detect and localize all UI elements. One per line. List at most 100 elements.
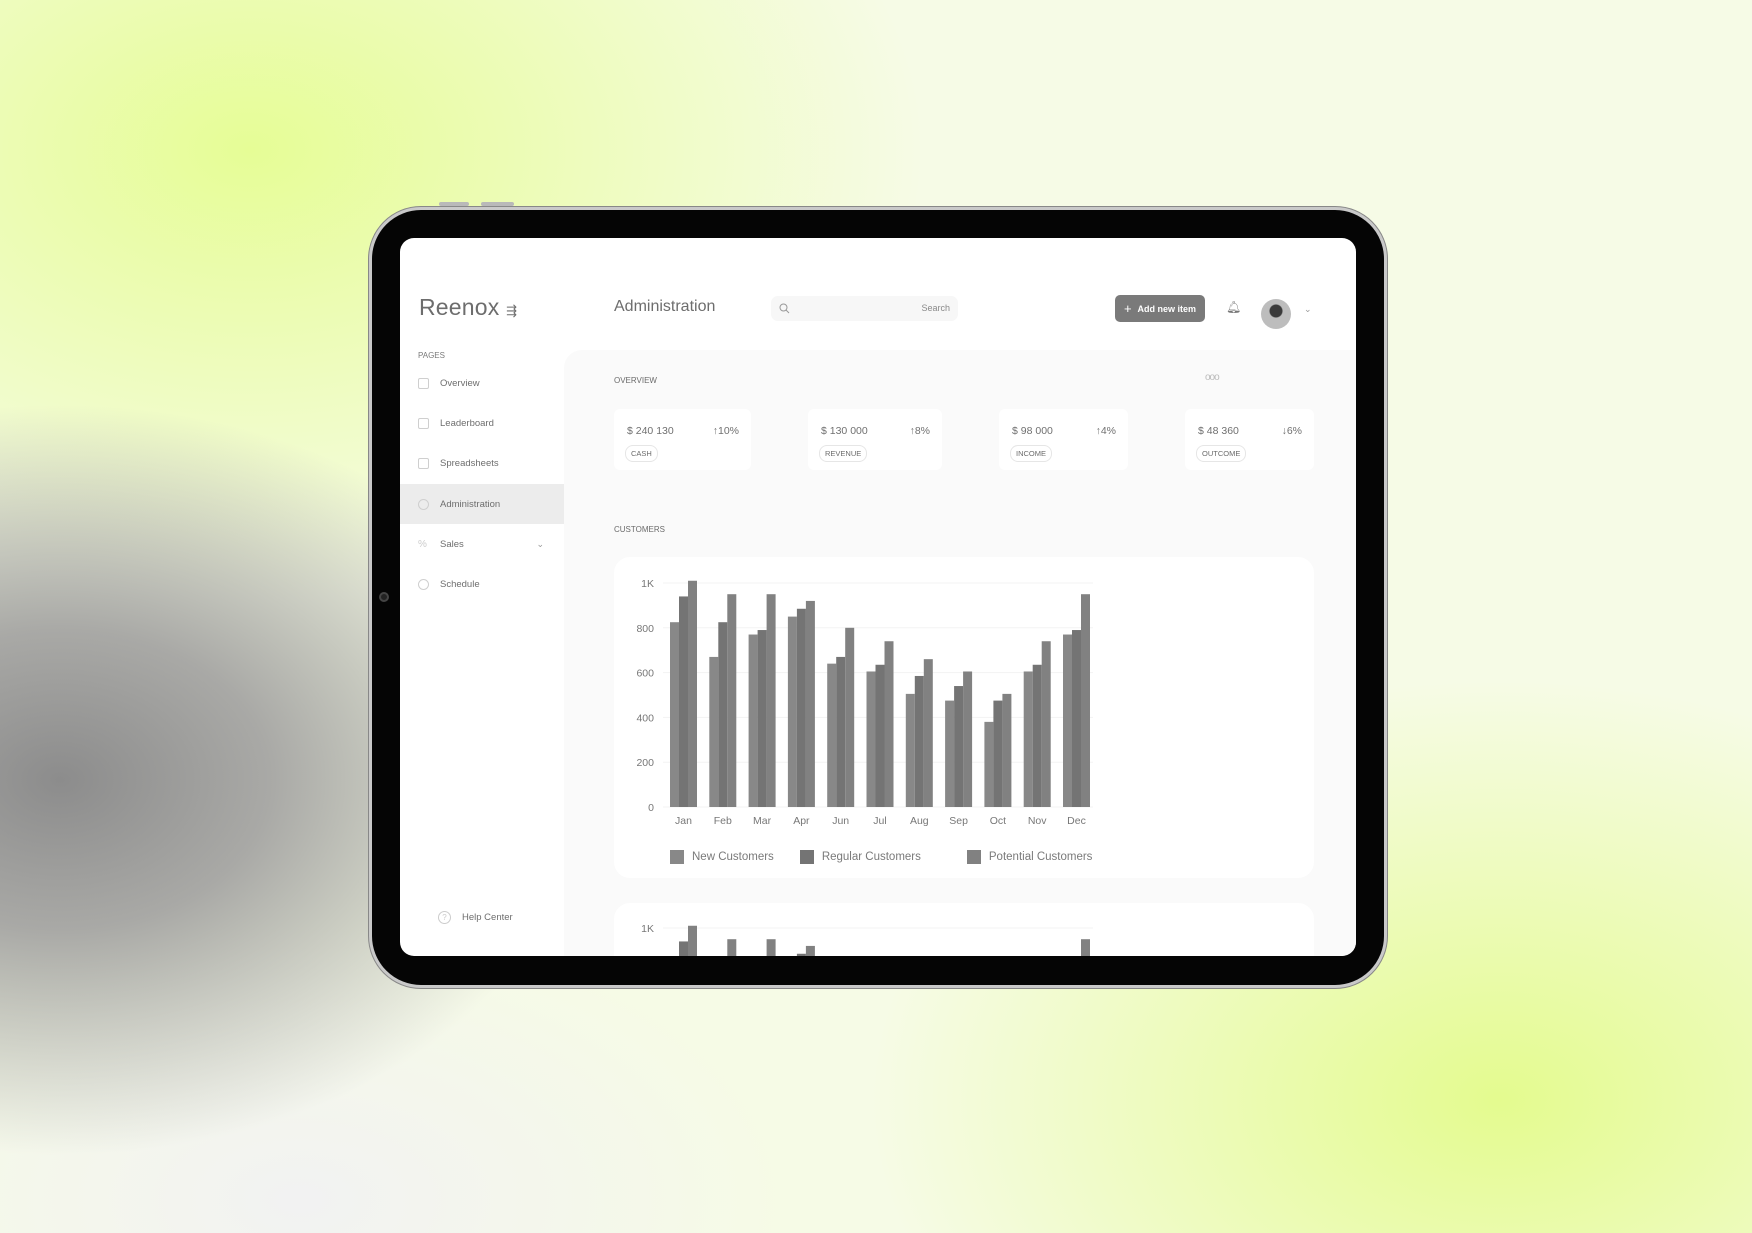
- help-center-label: Help Center: [462, 912, 513, 923]
- clipboard-icon: [418, 417, 429, 429]
- x-tick-label: Jun: [832, 815, 849, 827]
- volume-button: [481, 202, 514, 206]
- bar-apr-2: [805, 600, 815, 807]
- bar-jul-2: [884, 641, 894, 807]
- logo-text: Reenox: [419, 294, 500, 320]
- bar-jan-2: [688, 580, 697, 807]
- stat-amount: $ 240 130: [627, 425, 674, 437]
- customers-bar-chart: 0 200 400 600 800 1K Jan Feb Mar Apr Jun Jul Aug Sep O…: [636, 578, 1093, 827]
- bar-jun-0: [827, 663, 837, 807]
- bar-jan-0: [670, 622, 679, 807]
- stat-card-outcome: $ 48 360 ↓6% OUTCOME: [1185, 409, 1314, 470]
- more-options-icon[interactable]: ooo: [1205, 372, 1220, 383]
- legend-swatch: [670, 850, 684, 864]
- bar-oct-1: [993, 700, 1003, 807]
- grid-icon: [418, 377, 429, 389]
- volume-button: [439, 202, 469, 206]
- chevron-down-icon[interactable]: ⌄: [1304, 304, 1312, 315]
- bar-oct-0: [984, 721, 994, 807]
- stat-tag: REVENUE: [819, 445, 868, 462]
- secondary-chart-card: 02004006008001K: [614, 903, 1314, 956]
- y-tick-label: 200: [636, 757, 654, 769]
- bar-jan-1: [679, 941, 688, 956]
- bar-mar-2: [766, 594, 776, 807]
- bar-dec-2: [1081, 939, 1090, 956]
- sidebar-item-overview[interactable]: Overview: [400, 363, 564, 403]
- sidebar-item-leaderboard[interactable]: Leaderboard: [400, 403, 564, 443]
- bar-mar-2: [766, 939, 776, 956]
- sheet-icon: [418, 457, 429, 469]
- legend-item-new[interactable]: New Customers: [670, 850, 774, 864]
- sidebar-item-label: Overview: [440, 377, 480, 389]
- y-tick-label: 0: [648, 802, 654, 814]
- sidebar-item-administration[interactable]: Administration: [400, 484, 564, 524]
- plus-icon: +: [1123, 301, 1132, 316]
- customers-chart-card: 0 200 400 600 800 1K Jan Feb Mar Apr Jun Jul Aug Sep O…: [614, 557, 1314, 878]
- y-tick-label: 1K: [641, 923, 654, 935]
- stat-tag: OUTCOME: [1196, 445, 1247, 462]
- cart-icon: ⇶: [506, 303, 518, 318]
- bar-jul-0: [866, 671, 876, 807]
- bar-feb-1: [718, 622, 728, 807]
- sidebar-item-label: Sales: [440, 538, 464, 550]
- x-tick-label: Apr: [793, 815, 810, 827]
- logo: Reenox ⇶: [419, 294, 517, 321]
- bar-sep-2: [963, 671, 973, 807]
- search-input[interactable]: Search: [771, 296, 958, 321]
- sidebar-item-spreadsheets[interactable]: Spreadsheets: [400, 443, 564, 483]
- percent-icon: %: [418, 538, 427, 550]
- legend-item-regular[interactable]: Regular Customers: [799, 850, 921, 864]
- sidebar-item-sales[interactable]: % Sales ⌄: [400, 524, 564, 564]
- x-tick-label: Jul: [873, 815, 886, 827]
- sidebar-item-label: Schedule: [440, 578, 480, 590]
- bar-sep-1: [954, 686, 964, 807]
- help-center-link[interactable]: ? Help Center: [438, 911, 513, 924]
- stat-card-income: $ 98 000 ↑4% INCOME: [999, 409, 1128, 470]
- bar-sep-0: [945, 700, 955, 807]
- search-placeholder: Search: [921, 303, 950, 313]
- stat-change: ↑8%: [909, 425, 930, 437]
- x-tick-label: Oct: [990, 815, 1006, 827]
- help-icon: ?: [438, 911, 451, 924]
- add-new-item-button[interactable]: + Add new item: [1115, 295, 1205, 322]
- x-tick-label: Dec: [1067, 815, 1086, 827]
- chevron-down-icon[interactable]: ⌄: [536, 539, 544, 550]
- sidebar-item-schedule[interactable]: Schedule: [400, 564, 564, 604]
- bar-jun-1: [836, 656, 846, 807]
- bar-oct-2: [1002, 693, 1012, 807]
- bar-feb-0: [709, 656, 719, 807]
- bar-mar-1: [757, 630, 767, 807]
- x-tick-label: Aug: [910, 815, 929, 827]
- bar-aug-2: [923, 659, 933, 807]
- x-tick-label: Sep: [949, 815, 968, 827]
- bar-nov-2: [1041, 641, 1051, 807]
- stat-tag: INCOME: [1010, 445, 1052, 462]
- x-tick-label: Jan: [675, 815, 692, 827]
- y-tick-label: 1K: [641, 578, 654, 590]
- sidebar-section-label: PAGES: [418, 351, 445, 360]
- notification-bell-icon[interactable]: 🔔︎: [1226, 300, 1241, 314]
- stat-change: ↓6%: [1281, 425, 1302, 437]
- page-title: Administration: [614, 298, 716, 315]
- bar-apr-0: [787, 616, 797, 807]
- bar-dec-2: [1081, 594, 1090, 807]
- sidebar-item-label: Leaderboard: [440, 417, 494, 429]
- legend-swatch: [799, 850, 814, 864]
- avatar[interactable]: [1261, 299, 1291, 329]
- bar-nov-1: [1032, 664, 1042, 807]
- customers-label: CUSTOMERS: [614, 525, 665, 534]
- stat-change: ↑10%: [712, 425, 739, 437]
- bar-apr-1: [796, 953, 806, 956]
- chart-legend: New Customers Regular Customers Potentia…: [670, 850, 1092, 864]
- bar-apr-2: [805, 945, 815, 956]
- app-screen: Reenox ⇶ Administration Search + Add new …: [400, 238, 1356, 956]
- stat-amount: $ 98 000: [1012, 425, 1053, 437]
- bar-apr-1: [796, 608, 806, 807]
- stat-amount: $ 48 360: [1198, 425, 1239, 437]
- y-tick-label: 600: [636, 668, 654, 680]
- x-tick-label: Mar: [753, 815, 772, 827]
- legend-label: New Customers: [692, 851, 774, 863]
- pie-icon: [418, 498, 429, 510]
- bar-feb-2: [727, 939, 737, 956]
- legend-item-potential[interactable]: Potential Customers: [966, 850, 1092, 864]
